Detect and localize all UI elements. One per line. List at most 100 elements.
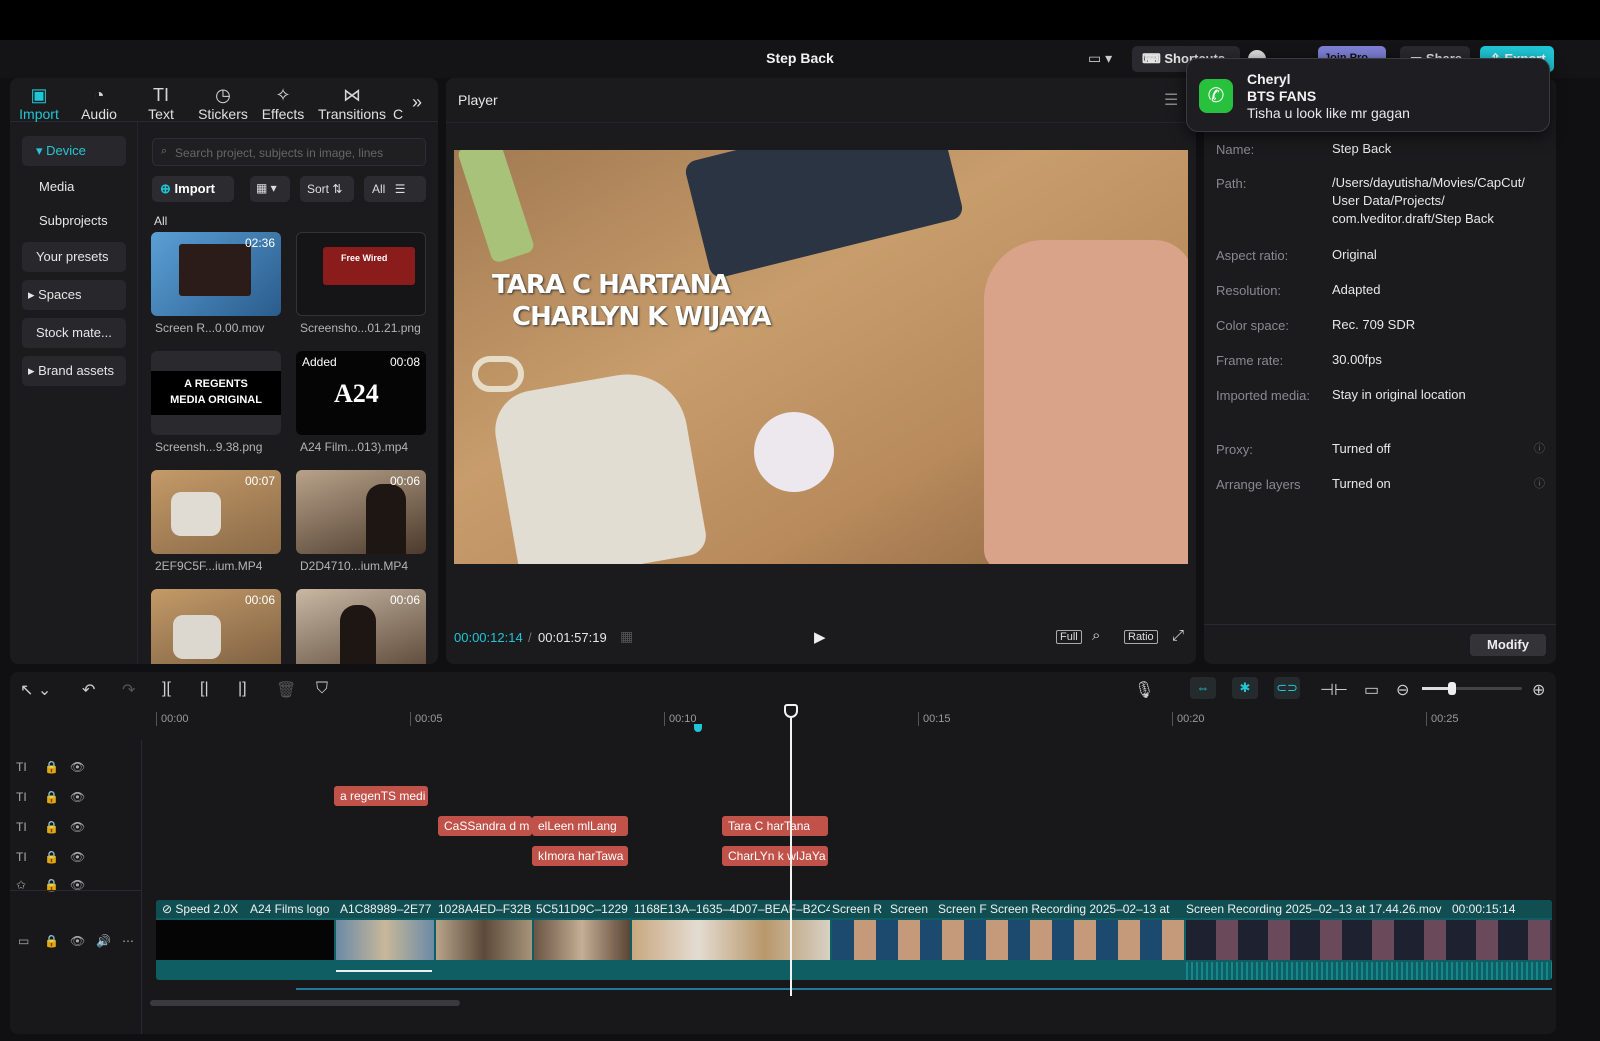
view-toggle-icon[interactable]: ▦ ▾	[250, 176, 290, 202]
text-clip[interactable]: kImora harTawa	[532, 846, 628, 866]
time-ruler[interactable]: 00:00 00:05 00:10 00:15 00:20 00:25	[156, 708, 1556, 728]
media-thumbnail[interactable]: 00:06	[151, 589, 281, 664]
info-icon[interactable]: ⓘ	[1534, 440, 1545, 456]
linkage-icon[interactable]: ⊂⊃	[1274, 677, 1300, 699]
full-button[interactable]: Full	[1056, 630, 1082, 644]
lock-icon[interactable]: 🔒	[44, 760, 59, 774]
text-clip[interactable]: elLeen mlLang	[532, 816, 628, 836]
trim-right-icon[interactable]: |]	[238, 680, 247, 698]
layout-icon[interactable]: ▭ ▾	[1088, 50, 1112, 67]
video-preview[interactable]: TARA C HARTANA CHARLYN K WIJAYA	[454, 150, 1188, 564]
sidebar-item-brand-assets[interactable]: ▸ Brand assets	[22, 356, 126, 386]
sidebar-item-stock[interactable]: Stock mate...	[22, 318, 126, 348]
lock-icon[interactable]: 🔒	[44, 850, 59, 864]
lock-icon[interactable]: 🔒	[44, 790, 59, 804]
trim-left-icon[interactable]: [|	[200, 680, 209, 698]
ruler-tick: 00:25	[1426, 712, 1459, 726]
more-icon[interactable]: ⋯	[122, 934, 134, 948]
zoom-in-icon[interactable]: ⊕	[1532, 680, 1545, 700]
text-clip[interactable]: CaSSandra d m	[438, 816, 532, 836]
playhead-handle[interactable]	[784, 704, 798, 718]
segment-label: Screen Recording 2025–02–13 at 17.44.26.…	[1186, 902, 1442, 916]
pouch-shape	[488, 364, 710, 564]
speaker-icon[interactable]: 🔊	[96, 934, 111, 948]
modify-button[interactable]: Modify	[1470, 634, 1546, 656]
media-thumbnail[interactable]: Added 00:08 A24	[296, 351, 426, 435]
media-thumbnail[interactable]: 00:06	[296, 589, 426, 664]
media-thumbnail[interactable]: 00:06	[296, 470, 426, 554]
microphone-icon[interactable]: 🎙	[1134, 680, 1154, 700]
eye-icon[interactable]: 👁	[70, 850, 85, 864]
lock-icon[interactable]: 🔒	[44, 934, 59, 948]
select-tool-icon[interactable]: ↖ ⌄	[20, 680, 51, 700]
tab-audio[interactable]: ◔ Audio	[70, 84, 128, 122]
eye-icon[interactable]: 👁	[70, 790, 85, 804]
media-thumbnail[interactable]: 00:07	[151, 470, 281, 554]
main-track-magnet-icon[interactable]: ⇔	[1190, 677, 1216, 699]
timecode-grid-icon[interactable]: ▦	[620, 628, 633, 645]
media-tabs: ▣ Import ◔ Audio TI Text ◷ Stickers ✧ Effects…	[10, 78, 438, 122]
ruler-tick: 00:10	[664, 712, 697, 726]
timeline-scrollbar[interactable]	[150, 1000, 460, 1006]
eye-icon[interactable]: 👁	[70, 760, 85, 774]
more-tabs-icon[interactable]: »	[412, 92, 422, 113]
text-track-icon: TI	[16, 790, 27, 804]
preview-axis-icon[interactable]: ▭	[1364, 680, 1379, 700]
tab-import[interactable]: ▣ Import	[10, 84, 68, 122]
split-view-icon[interactable]: ⊣⊢	[1320, 680, 1348, 700]
tab-captions[interactable]: C	[388, 106, 408, 122]
sidebar-item-subprojects[interactable]: Subprojects	[22, 206, 126, 236]
text-clip[interactable]: a regenTS medi	[334, 786, 428, 806]
eye-icon[interactable]: 👁	[70, 820, 85, 834]
sidebar-item-device[interactable]: ▾ Device	[22, 136, 126, 166]
media-thumbnail[interactable]: Free Wired	[296, 232, 426, 316]
media-thumbnail[interactable]: 02:36	[151, 232, 281, 316]
sidebar-item-presets[interactable]: Your presets	[22, 242, 126, 272]
video-frames	[632, 920, 830, 960]
divider	[1204, 624, 1556, 625]
import-button[interactable]: ⊕ Import	[152, 176, 234, 202]
split-icon[interactable]: ][	[162, 680, 171, 698]
zoom-fit-icon[interactable]: ⌕	[1092, 627, 1100, 644]
ratio-button[interactable]: Ratio	[1124, 630, 1158, 644]
sort-button[interactable]: Sort ⇅	[300, 176, 354, 202]
main-video-track[interactable]: ⊘ Speed 2.0X A24 Films logo A1C88989–2E7…	[156, 900, 1552, 980]
text-clip[interactable]: CharLYn k wIJaYa	[722, 846, 828, 866]
fullscreen-icon[interactable]: ⤢	[1172, 627, 1184, 644]
tab-stickers[interactable]: ◷ Stickers	[192, 84, 254, 122]
tab-text[interactable]: TI Text	[132, 84, 190, 122]
notification-toast[interactable]: ✆ Cheryl BTS FANS Tisha u look like mr g…	[1186, 58, 1550, 132]
lock-icon[interactable]: 🔒	[44, 820, 59, 834]
auto-snap-icon[interactable]: ✱	[1232, 677, 1258, 699]
tab-transitions[interactable]: ⋈ Transitions	[314, 84, 390, 122]
media-thumbnail[interactable]: A REGENTS MEDIA ORIGINAL	[151, 351, 281, 435]
filter-button[interactable]: All ☰	[364, 176, 426, 202]
marker-flag[interactable]	[694, 724, 702, 732]
compact-shape	[754, 412, 834, 492]
zoom-out-icon[interactable]: ⊖	[1396, 680, 1409, 700]
ruler-tick: 00:20	[1172, 712, 1205, 726]
undo-icon[interactable]: ↶	[82, 680, 95, 700]
tab-effects[interactable]: ✧ Effects	[254, 84, 312, 122]
text-clip[interactable]: Tara C harTana	[722, 816, 828, 836]
redo-icon[interactable]: ↷	[122, 680, 135, 700]
divider	[10, 890, 142, 891]
playhead[interactable]	[790, 706, 792, 996]
detail-value: Turned on	[1332, 476, 1391, 491]
play-icon[interactable]: ▶	[814, 628, 826, 646]
sidebar-item-spaces[interactable]: ▸ Spaces	[22, 280, 126, 310]
info-icon[interactable]: ⓘ	[1534, 475, 1545, 491]
delete-icon[interactable]: 🗑	[276, 680, 296, 700]
timeline-panel: ↖ ⌄ ↶ ↷ ][ [| |] 🗑 ⛉ 🎙 ⇔ ✱ ⊂⊃ ⊣⊢ ▭ ⊖ ⊕ 0…	[10, 672, 1556, 1034]
marker-icon[interactable]: ⛉	[316, 680, 328, 698]
text-track-icon: TI	[16, 820, 27, 834]
sidebar-item-media[interactable]: Media	[22, 172, 126, 202]
media-search[interactable]: ⌕ Search project, subjects in image, lin…	[152, 138, 426, 166]
zoom-slider[interactable]	[1422, 682, 1522, 695]
detail-label: Path:	[1216, 176, 1247, 191]
media-name: Screen R...0.00.mov	[155, 321, 265, 335]
audio-icon: ◔	[93, 85, 105, 105]
eye-icon[interactable]: 👁	[70, 934, 85, 948]
zoom-slider-handle[interactable]	[1448, 682, 1456, 695]
menu-icon[interactable]: ☰	[1164, 90, 1178, 110]
